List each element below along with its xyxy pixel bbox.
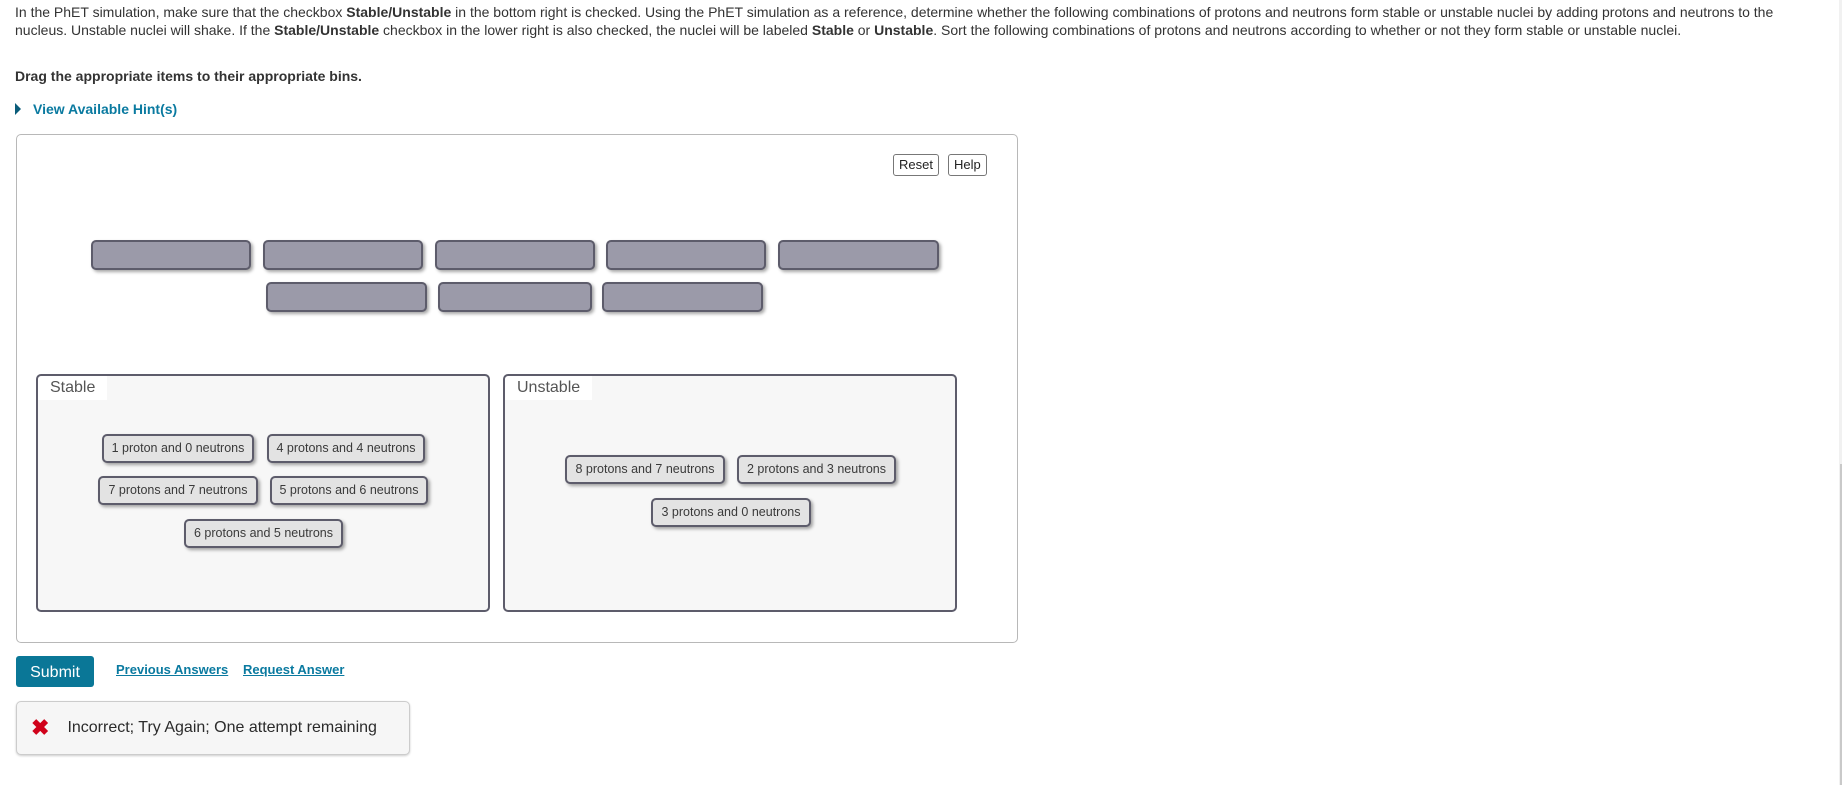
reset-button[interactable]: Reset [893,154,939,176]
instructions-text: or [853,22,875,38]
instructions-bold: Stable [811,22,854,38]
bin-label: Unstable [505,376,593,400]
view-hints-label: View Available Hint(s) [33,101,178,117]
bin-label: Stable [38,376,108,400]
draggable-item[interactable]: 3 protons and 0 neutrons [651,498,811,527]
instructions-bold: Stable/Unstable [346,4,452,20]
instructions-bold: Stable/Unstable [274,22,380,38]
help-button[interactable]: Help [948,154,987,176]
draggable-item[interactable]: 6 protons and 5 neutrons [184,519,343,548]
empty-item-slot [606,240,766,270]
x-mark-icon: ✖ [31,715,50,740]
empty-item-slot [91,240,251,270]
feedback-text: Incorrect; Try Again; One attempt remain… [67,719,377,736]
empty-item-slot [263,240,423,270]
request-answer-link[interactable]: Request Answer [243,662,344,677]
instructions-text: . Sort the following combinations of pro… [933,22,1682,38]
empty-item-slot [266,282,427,312]
empty-item-slot [778,240,939,270]
previous-answers-link[interactable]: Previous Answers [116,662,228,677]
question-instructions: In the PhET simulation, make sure that t… [15,3,1815,39]
draggable-item[interactable]: 7 protons and 7 neutrons [98,476,258,505]
feedback-message: ✖ Incorrect; Try Again; One attempt rema… [16,701,410,755]
draggable-item[interactable]: 5 protons and 6 neutrons [270,476,428,505]
submit-button[interactable]: Submit [16,656,94,687]
drag-instruction: Drag the appropriate items to their appr… [15,68,362,84]
bin-unstable[interactable]: Unstable [503,374,957,612]
instructions-text: In the PhET simulation, make sure that t… [15,4,347,20]
draggable-item[interactable]: 1 proton and 0 neutrons [102,434,254,463]
draggable-item[interactable]: 4 protons and 4 neutrons [267,434,425,463]
caret-right-icon [15,103,21,115]
draggable-item[interactable]: 8 protons and 7 neutrons [565,455,725,484]
view-hints-link[interactable]: View Available Hint(s) [15,101,177,117]
draggable-item[interactable]: 2 protons and 3 neutrons [737,455,896,484]
instructions-text: checkbox in the lower right is also chec… [379,22,812,38]
empty-item-slot [438,282,592,312]
empty-item-slot [435,240,595,270]
instructions-bold: Unstable [874,22,934,38]
empty-item-slot [602,282,763,312]
